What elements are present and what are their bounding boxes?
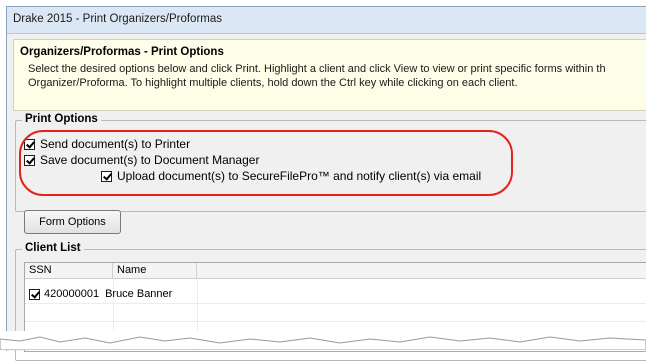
client-list-legend: Client List xyxy=(22,242,84,254)
torn-edge xyxy=(0,331,646,350)
form-options-button[interactable]: Form Options xyxy=(24,210,121,234)
send-to-printer-option[interactable]: Send document(s) to Printer xyxy=(24,137,190,151)
upload-securefilepro-option[interactable]: Upload document(s) to SecureFilePro™ and… xyxy=(101,169,481,183)
client-ssn: 420000001 xyxy=(44,288,100,300)
row-divider xyxy=(25,321,646,322)
client-row-checkbox[interactable] xyxy=(29,288,40,300)
upload-securefilepro-checkbox[interactable] xyxy=(101,170,112,182)
send-to-printer-label: Send document(s) to Printer xyxy=(40,137,191,151)
column-header-name[interactable]: Name xyxy=(113,263,197,278)
title-bar: Drake 2015 - Print Organizers/Proformas xyxy=(7,7,646,34)
client-name: Bruce Banner xyxy=(105,288,173,300)
upload-securefilepro-label: Upload document(s) to SecureFilePro™ and… xyxy=(117,169,482,183)
column-header-ssn[interactable]: SSN xyxy=(25,263,113,278)
window-title: Drake 2015 - Print Organizers/Proformas xyxy=(13,13,222,25)
info-heading: Organizers/Proformas - Print Options xyxy=(20,46,224,58)
save-to-document-manager-label: Save document(s) to Document Manager xyxy=(40,153,260,167)
save-to-document-manager-option[interactable]: Save document(s) to Document Manager xyxy=(24,153,259,167)
info-instructions-line-1: Select the desired options below and cli… xyxy=(28,63,606,75)
print-options-legend: Print Options xyxy=(22,113,101,125)
table-row[interactable]: 420000001 Bruce Banner xyxy=(25,285,172,303)
row-divider xyxy=(25,303,646,304)
info-instructions-line-2: Organizer/Proforma. To highlight multipl… xyxy=(28,77,518,89)
save-to-document-manager-checkbox[interactable] xyxy=(24,154,35,166)
client-list-header: SSN Name xyxy=(25,263,646,279)
send-to-printer-checkbox[interactable] xyxy=(24,138,35,150)
info-panel: Organizers/Proformas - Print Options Sel… xyxy=(13,39,646,111)
